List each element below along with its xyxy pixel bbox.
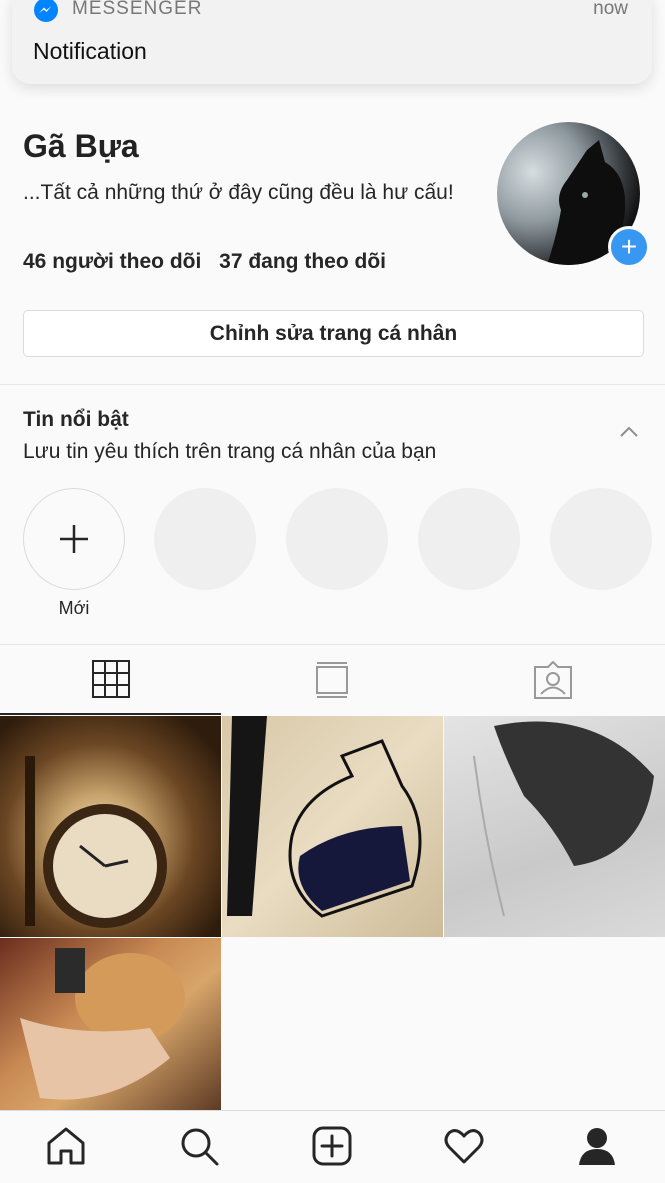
feed-icon <box>315 662 348 698</box>
new-highlight-label: Mới <box>58 598 90 618</box>
cat-hand-image <box>20 948 185 1100</box>
home-icon[interactable] <box>45 1125 87 1167</box>
notification-app-name: MESSENGER <box>72 0 203 19</box>
post-thumbnail-pocket-watch[interactable] <box>0 716 221 937</box>
profile-stats: 46 người theo dõi 37 đang theo dõi <box>23 250 398 274</box>
pocket-watch-image <box>25 756 167 928</box>
highlight-placeholder <box>154 488 256 590</box>
bottom-tab-bar <box>0 1110 665 1183</box>
followers-count[interactable]: 46 người theo dõi <box>23 250 201 273</box>
highlight-placeholder <box>286 488 388 590</box>
edit-profile-button[interactable]: Chỉnh sửa trang cá nhân <box>23 310 644 357</box>
notification-banner[interactable]: MESSENGER now Notification <box>12 0 652 84</box>
post-thumbnail-hair-sketch[interactable] <box>444 716 665 937</box>
notification-time: now <box>593 0 628 19</box>
add-icon[interactable] <box>311 1125 353 1167</box>
highlights-title: Tin nổi bật <box>23 408 129 431</box>
following-count[interactable]: 37 đang theo dõi <box>219 250 386 273</box>
post-thumbnail-cat-hand[interactable] <box>0 938 221 1110</box>
highlights-subtitle: Lưu tin yêu thích trên trang cá nhân của… <box>23 440 437 463</box>
chevron-up-icon[interactable] <box>620 425 638 437</box>
add-story-button[interactable]: + <box>608 226 650 268</box>
profile-name: Gã Bựa <box>23 128 139 164</box>
search-icon[interactable] <box>178 1125 220 1167</box>
grid-icon <box>91 660 130 698</box>
post-thumbnail-bottle-drawing[interactable] <box>222 716 443 937</box>
bottle-drawing-image <box>227 716 422 918</box>
heart-icon[interactable] <box>443 1125 485 1167</box>
hair-sketch-image <box>473 721 654 917</box>
profile-tabs <box>0 645 665 715</box>
profile-bio: ...Tất cả những thứ ở đây cũng đều là hư… <box>23 181 454 204</box>
profile-icon[interactable] <box>576 1125 618 1167</box>
tagged-icon <box>533 661 572 699</box>
tab-tagged[interactable] <box>442 645 663 715</box>
highlight-placeholder <box>418 488 520 590</box>
new-highlight-button[interactable] <box>23 488 125 590</box>
tab-grid[interactable] <box>0 645 221 715</box>
section-divider <box>0 384 665 385</box>
plus-icon <box>60 525 88 553</box>
notification-body: Notification <box>33 38 147 64</box>
tab-feed[interactable] <box>221 645 442 715</box>
highlight-placeholder <box>550 488 652 590</box>
messenger-icon <box>34 0 58 22</box>
